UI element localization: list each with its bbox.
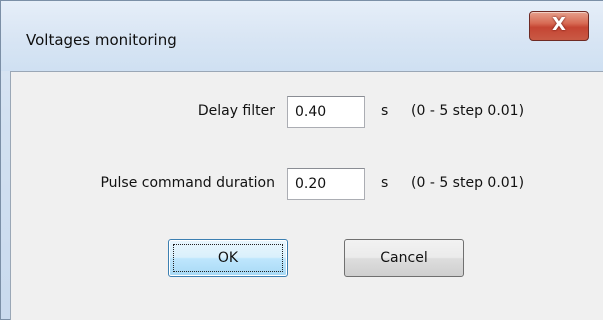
delay-filter-input[interactable]: [287, 96, 365, 128]
pulse-command-duration-input[interactable]: [287, 168, 365, 200]
pulse-command-duration-label: Pulse command duration: [100, 175, 275, 191]
delay-filter-label: Delay filter: [197, 103, 275, 119]
cancel-button-label: Cancel: [380, 250, 428, 266]
close-button[interactable]: X: [529, 11, 589, 41]
pulse-command-duration-range: (0 - 5 step 0.01): [411, 175, 525, 191]
pulse-command-duration-unit: s: [381, 175, 389, 191]
screen: Voltages monitoring X Delay filter s (0 …: [0, 0, 603, 320]
cancel-button[interactable]: Cancel: [344, 239, 464, 277]
delay-filter-row: Delay filter s (0 - 5 step 0.01): [11, 93, 603, 131]
pulse-command-duration-row: Pulse command duration s (0 - 5 step 0.0…: [11, 165, 603, 203]
ok-button[interactable]: OK: [168, 239, 288, 277]
title-bar[interactable]: Voltages monitoring X: [1, 1, 603, 71]
ok-button-label: OK: [217, 250, 239, 266]
close-icon: X: [552, 14, 566, 35]
delay-filter-range: (0 - 5 step 0.01): [411, 103, 525, 119]
dialog-client-area: Delay filter s (0 - 5 step 0.01) Pulse c…: [10, 71, 603, 320]
delay-filter-unit: s: [381, 103, 389, 119]
dialog-window: Voltages monitoring X Delay filter s (0 …: [0, 0, 603, 320]
window-title: Voltages monitoring: [26, 31, 177, 49]
